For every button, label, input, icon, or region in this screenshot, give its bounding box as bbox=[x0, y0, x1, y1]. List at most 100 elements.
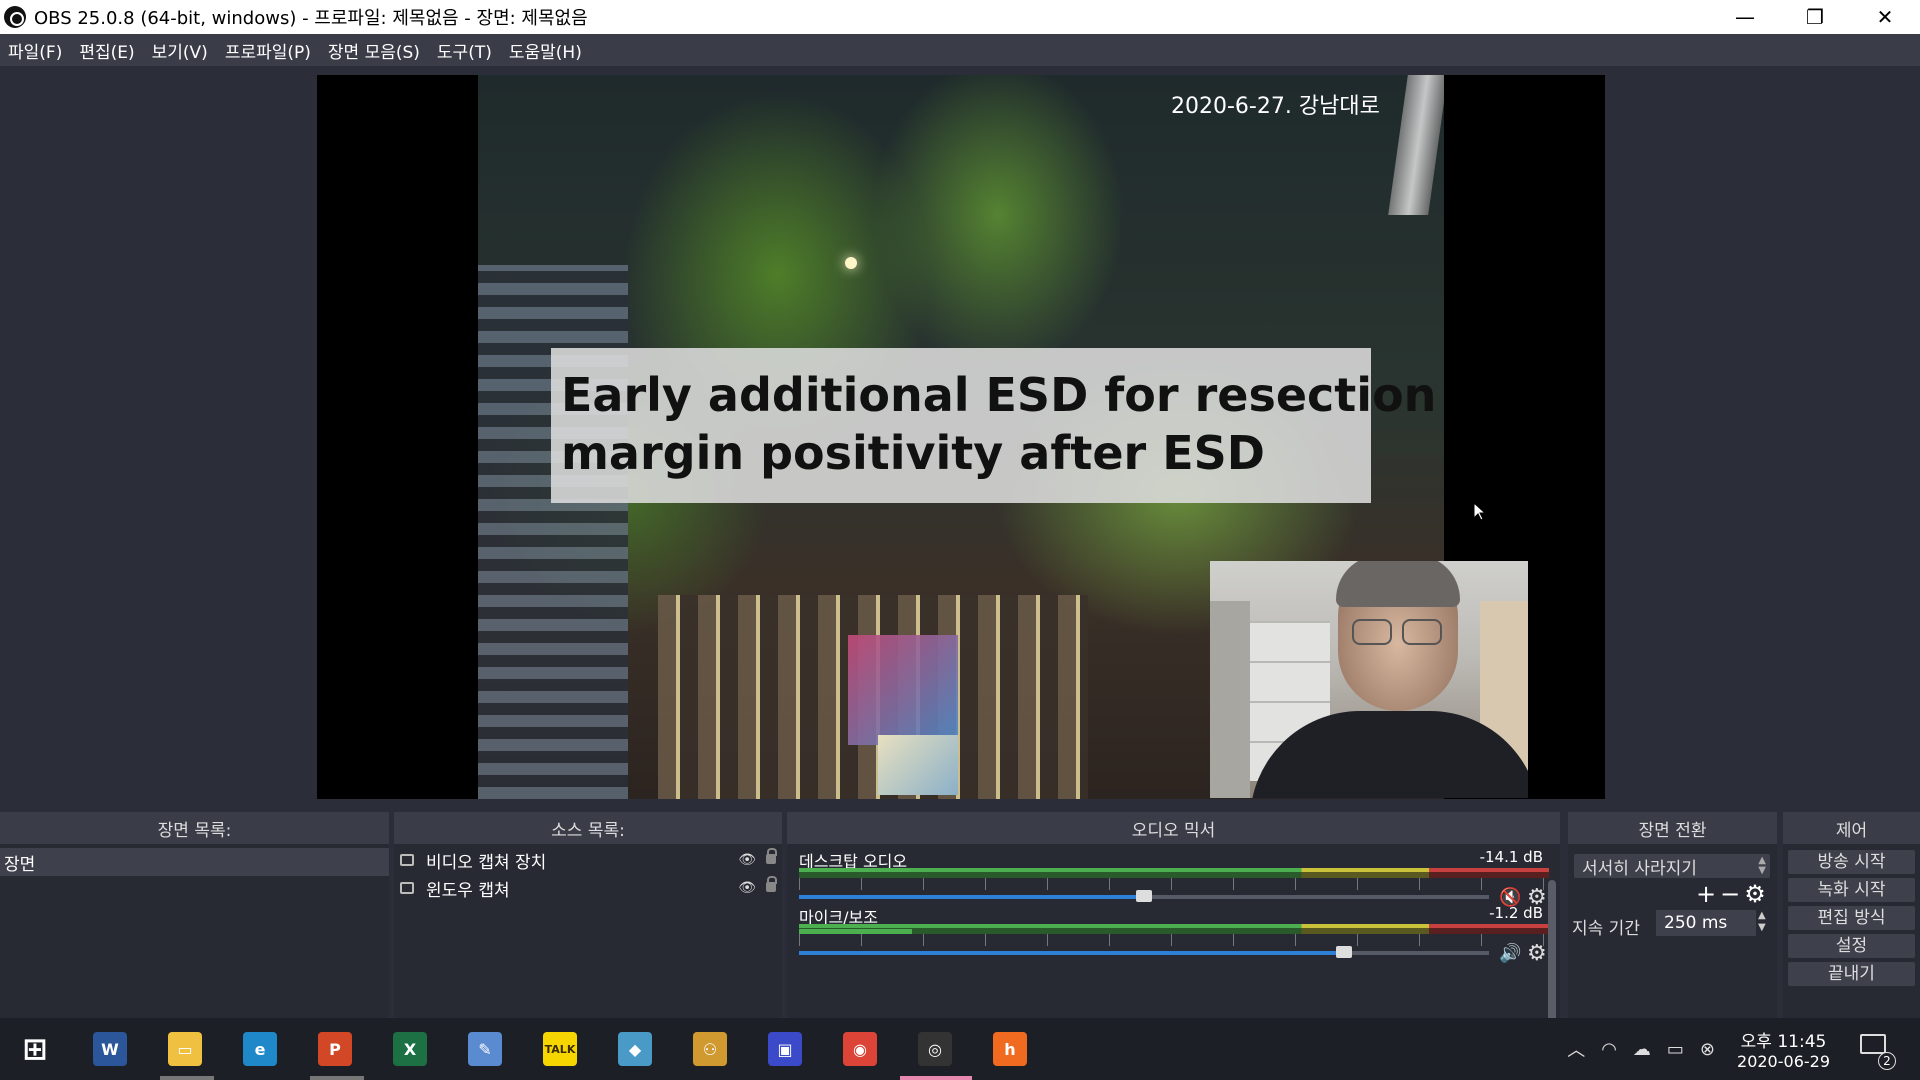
start-streaming-button[interactable]: 방송 시작 bbox=[1788, 850, 1915, 874]
volume-slider-handle[interactable] bbox=[1136, 890, 1152, 902]
open-app-indicator bbox=[160, 1076, 214, 1080]
channel-db: -1.2 dB bbox=[1489, 904, 1543, 922]
edge-icon[interactable]: e bbox=[243, 1032, 277, 1066]
notification-center-icon[interactable]: 2 bbox=[1860, 1034, 1896, 1070]
menu-bar: 파일(F) 편집(E) 보기(V) 프로파일(P) 장면 모음(S) 도구(T)… bbox=[0, 34, 1920, 66]
lock-icon[interactable] bbox=[766, 848, 777, 864]
level-meter-scale bbox=[799, 924, 1549, 928]
chrome-icon[interactable]: ◉ bbox=[843, 1032, 877, 1066]
error-icon[interactable]: ⊗ bbox=[1700, 1039, 1715, 1060]
clock[interactable]: 오후 11:45 2020-06-29 bbox=[1737, 1027, 1830, 1071]
studio-mode-button[interactable]: 편집 방식 bbox=[1788, 906, 1915, 930]
level-meter-scale bbox=[799, 868, 1549, 872]
scenes-header: 장면 목록: bbox=[0, 812, 389, 844]
gear-icon[interactable]: ⚙ bbox=[1527, 941, 1547, 966]
kakaotalk-icon[interactable]: TALK bbox=[543, 1032, 577, 1066]
visibility-eye-icon[interactable]: 👁 bbox=[738, 880, 756, 896]
people-icon[interactable]: ⚇ bbox=[693, 1032, 727, 1066]
word-icon[interactable]: W bbox=[93, 1032, 127, 1066]
active-app-indicator bbox=[900, 1076, 972, 1080]
billboard-small bbox=[878, 735, 958, 795]
start-recording-button[interactable]: 녹화 시작 bbox=[1788, 878, 1915, 902]
meter-ticks bbox=[799, 878, 1549, 890]
audio-mixer-dock: 오디오 믹서 데스크탑 오디오 -14.1 dB 🔇 ⚙ 마이크/보조 -1.2… bbox=[787, 812, 1560, 1044]
sources-header: 소스 목록: bbox=[394, 812, 782, 844]
gear-icon[interactable]: ⚙ bbox=[1744, 880, 1766, 908]
obs-icon[interactable]: ◎ bbox=[918, 1032, 952, 1066]
title-bar: OBS 25.0.8 (64-bit, windows) - 프로파일: 제목없… bbox=[0, 0, 1920, 34]
mixer-channel-desktop: 데스크탑 오디오 -14.1 dB 🔇 ⚙ bbox=[793, 848, 1549, 912]
glasses-left bbox=[1352, 619, 1392, 645]
select-arrows-icon: ▲ ▼ bbox=[1758, 855, 1766, 876]
mixer-header: 오디오 믹서 bbox=[787, 812, 1560, 844]
menu-file[interactable]: 파일(F) bbox=[8, 38, 62, 63]
restore-button[interactable]: ❐ bbox=[1780, 0, 1850, 34]
obs-logo-icon bbox=[4, 6, 26, 28]
scene-item[interactable]: 장면 bbox=[0, 848, 389, 876]
mixer-channel-mic: 마이크/보조 -1.2 dB 🔊 ⚙ bbox=[793, 904, 1549, 968]
building-left bbox=[478, 265, 628, 799]
webcam-wall bbox=[1210, 601, 1250, 798]
source-label: 비디오 캡쳐 장치 bbox=[426, 852, 547, 873]
scenes-list[interactable]: 장면 bbox=[0, 844, 389, 1018]
transition-select[interactable]: 서서히 사라지기 ▲ ▼ bbox=[1574, 854, 1770, 879]
window-controls: — ❐ ✕ bbox=[1710, 0, 1920, 34]
windows-start-icon[interactable]: ⊞ bbox=[18, 1032, 52, 1067]
minimize-button[interactable]: — bbox=[1710, 0, 1780, 34]
close-button[interactable]: ✕ bbox=[1850, 0, 1920, 34]
menu-help[interactable]: 도움말(H) bbox=[509, 38, 582, 63]
transition-selected: 서서히 사라지기 bbox=[1582, 858, 1697, 879]
controls-body: 방송 시작 녹화 시작 편집 방식 설정 끝내기 bbox=[1783, 844, 1920, 1018]
mixer-body: 데스크탑 오디오 -14.1 dB 🔇 ⚙ 마이크/보조 -1.2 dB 🔊 ⚙ bbox=[787, 844, 1560, 1044]
slide-title-line-2: margin positivity after ESD bbox=[561, 426, 1265, 480]
menu-view[interactable]: 보기(V) bbox=[152, 38, 208, 63]
webcam-person-hair bbox=[1336, 561, 1460, 607]
source-item-window-capture[interactable]: 윈도우 캡쳐 👁 bbox=[394, 874, 782, 902]
exit-button[interactable]: 끝내기 bbox=[1788, 962, 1915, 986]
speaker-icon[interactable]: 🔊 bbox=[1499, 943, 1521, 964]
duration-spinner-icon[interactable]: ▲ ▼ bbox=[1758, 910, 1766, 934]
system-tray: ︿ ◠ ☁ ▭ ⊗ 오후 11:45 2020-06-29 2 bbox=[1567, 1018, 1920, 1080]
save-app-icon[interactable]: ▣ bbox=[768, 1032, 802, 1066]
menu-profile[interactable]: 프로파일(P) bbox=[225, 38, 311, 63]
menu-scene-collection[interactable]: 장면 모음(S) bbox=[328, 38, 420, 63]
chevron-up-icon[interactable]: ︿ bbox=[1567, 1036, 1585, 1062]
window-icon bbox=[400, 882, 414, 894]
notification-bubble bbox=[1860, 1034, 1886, 1054]
slide-title-box: Early additional ESD for resection margi… bbox=[551, 348, 1436, 503]
lock-icon[interactable] bbox=[766, 876, 777, 892]
controls-header: 제어 bbox=[1783, 812, 1920, 844]
transitions-body: 서서히 사라지기 ▲ ▼ + − ⚙ 지속 기간 250 ms ▲ ▼ bbox=[1568, 844, 1777, 1018]
camera-icon bbox=[400, 854, 414, 866]
settings-button[interactable]: 설정 bbox=[1788, 934, 1915, 958]
menu-tools[interactable]: 도구(T) bbox=[437, 38, 492, 63]
mouse-cursor-icon bbox=[1473, 502, 1487, 521]
menu-edit[interactable]: 편집(E) bbox=[79, 38, 134, 63]
paint-icon[interactable]: ✎ bbox=[468, 1032, 502, 1066]
source-label: 윈도우 캡쳐 bbox=[426, 880, 510, 901]
remove-transition-icon[interactable]: − bbox=[1720, 880, 1740, 908]
visibility-eye-icon[interactable]: 👁 bbox=[738, 852, 756, 868]
billboard bbox=[848, 635, 958, 745]
notes-icon[interactable]: ◆ bbox=[618, 1032, 652, 1066]
source-item-video-capture[interactable]: 비디오 캡쳐 장치 👁 bbox=[394, 846, 782, 874]
sources-list[interactable]: 비디오 캡쳐 장치 👁 윈도우 캡쳐 👁 bbox=[394, 844, 782, 1018]
volume-slider-handle[interactable] bbox=[1336, 946, 1353, 958]
add-transition-icon[interactable]: + bbox=[1696, 880, 1716, 908]
battery-icon[interactable]: ▭ bbox=[1667, 1039, 1684, 1060]
transitions-dock: 장면 전환 서서히 사라지기 ▲ ▼ + − ⚙ 지속 기간 250 ms ▲ ▼ bbox=[1568, 812, 1777, 1018]
open-app-indicator bbox=[310, 1076, 364, 1080]
glasses-right bbox=[1402, 619, 1442, 645]
wifi-icon[interactable]: ◠ bbox=[1601, 1039, 1617, 1060]
duration-input[interactable]: 250 ms bbox=[1656, 910, 1756, 936]
file-explorer-icon[interactable]: ▭ bbox=[168, 1032, 202, 1066]
clock-date: 2020-06-29 bbox=[1737, 1052, 1830, 1071]
hangouts-icon[interactable]: h bbox=[993, 1032, 1027, 1066]
cloud-icon[interactable]: ☁ bbox=[1633, 1039, 1651, 1060]
sources-dock: 소스 목록: 비디오 캡쳐 장치 👁 윈도우 캡쳐 👁 bbox=[394, 812, 782, 1018]
light-pole bbox=[1388, 75, 1444, 215]
scenes-dock: 장면 목록: 장면 bbox=[0, 812, 389, 1018]
powerpoint-icon[interactable]: P bbox=[318, 1032, 352, 1066]
excel-icon[interactable]: X bbox=[393, 1032, 427, 1066]
taskbar: ⊞ W ▭ e P X ✎ TALK ◆ ⚇ ▣ ◉ ◎ h ︿ ◠ ☁ ▭ ⊗ 오후 11:45 202… bbox=[0, 1018, 1920, 1080]
